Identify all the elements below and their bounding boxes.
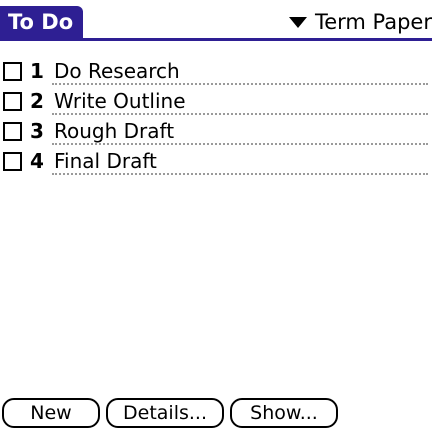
todo-list: 1 Do Research 2 Write Outline 3 Rough Dr… xyxy=(0,58,432,178)
todo-checkbox[interactable] xyxy=(3,122,22,141)
todo-row: 1 Do Research xyxy=(0,58,432,88)
button-bar: New Details... Show... xyxy=(0,398,432,428)
todo-priority[interactable]: 4 xyxy=(30,148,44,174)
todo-priority[interactable]: 1 xyxy=(30,58,44,84)
todo-priority[interactable]: 3 xyxy=(30,118,44,144)
show-button[interactable]: Show... xyxy=(230,398,338,428)
app-title[interactable]: To Do xyxy=(0,6,84,38)
todo-priority[interactable]: 2 xyxy=(30,88,44,114)
category-label[interactable]: Term Paper xyxy=(315,8,432,36)
todo-row: 4 Final Draft xyxy=(0,148,432,178)
triangle-down-icon[interactable] xyxy=(288,16,307,28)
title-underline xyxy=(0,38,432,41)
todo-checkbox[interactable] xyxy=(3,92,22,111)
todo-description[interactable]: Do Research xyxy=(52,58,428,85)
new-button[interactable]: New xyxy=(2,398,100,428)
category-picker[interactable]: Term Paper xyxy=(288,8,432,36)
todo-row: 3 Rough Draft xyxy=(0,118,432,148)
title-bar: To Do Term Paper xyxy=(0,0,432,44)
todo-checkbox[interactable] xyxy=(3,62,22,81)
todo-row: 2 Write Outline xyxy=(0,88,432,118)
todo-description[interactable]: Write Outline xyxy=(52,88,428,115)
details-button[interactable]: Details... xyxy=(106,398,224,428)
todo-checkbox[interactable] xyxy=(3,152,22,171)
todo-description[interactable]: Rough Draft xyxy=(52,118,428,145)
todo-description[interactable]: Final Draft xyxy=(52,148,428,175)
